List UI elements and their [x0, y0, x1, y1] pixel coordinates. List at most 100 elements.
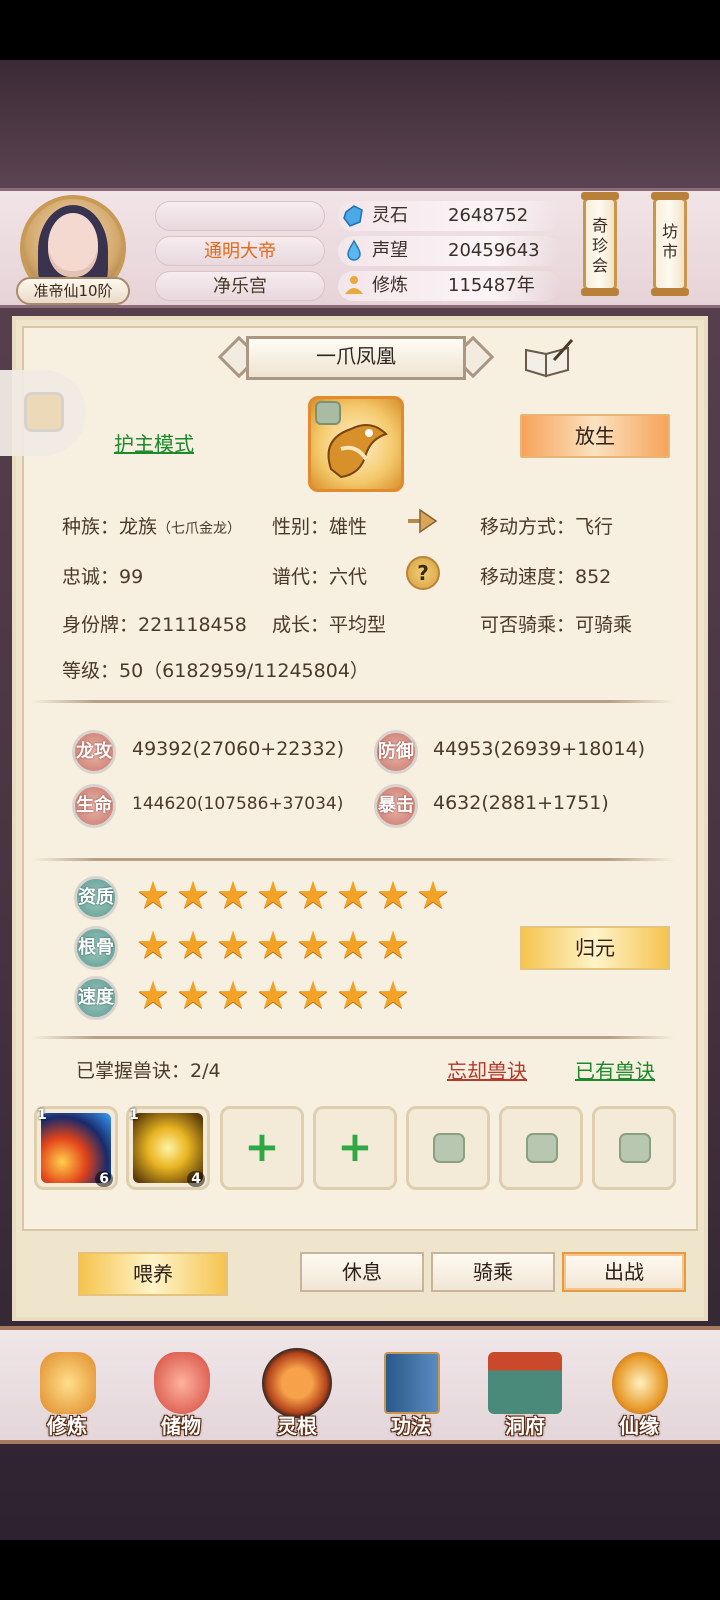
resource-spirit-stone: 灵石 2648752: [338, 201, 560, 231]
bone-badge: 根骨: [74, 926, 118, 970]
star-icon: ★: [336, 873, 371, 917]
star-icon: ★: [416, 873, 451, 917]
pet-portrait[interactable]: [308, 396, 404, 492]
crit-value: 4632(2881+1751): [433, 792, 609, 814]
resource-value: 115487年: [448, 275, 535, 296]
star-icon: ★: [336, 923, 371, 967]
skill-slot-locked-2[interactable]: [499, 1106, 583, 1190]
title-slot-2: 通明大帝: [155, 236, 325, 266]
star-icon: ★: [216, 973, 251, 1017]
release-button[interactable]: 放生: [520, 414, 670, 458]
help-icon[interactable]: ?: [406, 556, 440, 590]
crit-badge: 暴击: [374, 784, 418, 828]
divider: [32, 700, 674, 703]
divider: [32, 1036, 674, 1039]
pet-name: 一爪凤凰: [316, 344, 396, 368]
guard-mode-link[interactable]: 护主模式: [114, 428, 194, 457]
treasure-fair-label: 奇珍会: [591, 216, 608, 275]
nav-technique[interactable]: 功法: [356, 1330, 466, 1440]
star-icon: ★: [216, 873, 251, 917]
growth-info: 成长：平均型: [272, 614, 387, 636]
skill-level: 1: [129, 1107, 139, 1123]
defense-badge: 防御: [374, 730, 418, 774]
hp-badge: 生命: [72, 784, 116, 828]
transform-arrow-icon[interactable]: [406, 506, 440, 536]
cultivate-icon: [40, 1352, 96, 1414]
player-header: 准帝仙10阶 通明大帝 净乐宫 灵石 2648752 声望 20459643 修…: [0, 188, 720, 308]
skill-slot-add-1[interactable]: +: [220, 1106, 304, 1190]
star-icon: ★: [176, 923, 211, 967]
move-mode-info: 移动方式：飞行: [480, 516, 614, 538]
battle-button[interactable]: 出战: [562, 1252, 686, 1292]
nav-storage[interactable]: 储物: [126, 1330, 236, 1440]
loyalty-info: 忠诚：99: [62, 566, 144, 588]
divider: [32, 858, 674, 861]
treasure-fair-button[interactable]: 奇珍会: [581, 192, 619, 296]
skill-slot-locked-1[interactable]: [406, 1106, 490, 1190]
skill-slot-1[interactable]: 1 6: [34, 1106, 118, 1190]
star-icon: ★: [176, 973, 211, 1017]
race-sub: （七爪金龙）: [157, 521, 242, 537]
level-info: 等级：50（6182959/11245804）: [62, 660, 369, 682]
race-text: 种族：龙族: [62, 516, 158, 538]
star-icon: ★: [296, 873, 331, 917]
defense-value: 44953(26939+18014): [433, 738, 646, 760]
id-tag-info: 身份牌：221118458: [62, 614, 247, 636]
star-icon: ★: [256, 973, 291, 1017]
spirit-root-icon: [262, 1348, 332, 1418]
resource-label: 修炼: [372, 275, 408, 296]
rest-button[interactable]: 休息: [300, 1252, 424, 1292]
nav-cultivate[interactable]: 修炼: [12, 1330, 122, 1440]
star-icon: ★: [136, 873, 171, 917]
technique-book-icon: [384, 1352, 440, 1414]
rank-tag: 准帝仙10阶: [16, 277, 130, 305]
generation-info: 谱代：六代: [272, 566, 368, 588]
rename-book-icon[interactable]: [522, 338, 574, 378]
lock-icon: [526, 1133, 558, 1163]
skill-slot-add-2[interactable]: +: [313, 1106, 397, 1190]
bottom-bar: [0, 1540, 720, 1600]
avatar-face: [48, 213, 98, 277]
cave-mansion-icon: [488, 1352, 562, 1414]
market-label: 坊市: [661, 222, 678, 261]
ride-button[interactable]: 骑乘: [431, 1252, 555, 1292]
nav-spirit-root[interactable]: 灵根: [242, 1330, 352, 1440]
star-icon: ★: [336, 973, 371, 1017]
pet-name-banner: 一爪凤凰: [216, 335, 496, 380]
star-icon: ★: [296, 973, 331, 1017]
nav-cave[interactable]: 洞府: [470, 1330, 580, 1440]
speed-badge: 速度: [74, 976, 118, 1020]
owned-skills-link[interactable]: 已有兽诀: [575, 1055, 655, 1084]
star-icon: ★: [216, 923, 251, 967]
skill-level: 1: [37, 1107, 47, 1123]
attack-value: 49392(27060+22332): [132, 738, 345, 760]
resource-value: 20459643: [448, 240, 540, 261]
floating-menu-icon: [24, 392, 64, 432]
star-icon: ★: [256, 873, 291, 917]
star-icon: ★: [296, 923, 331, 967]
skill-slot-2[interactable]: 1 4: [126, 1106, 210, 1190]
plus-icon: +: [244, 1122, 280, 1171]
skill-count: 6: [95, 1171, 113, 1187]
resource-value: 2648752: [448, 205, 529, 226]
nav-immortal-fate[interactable]: 仙缘: [584, 1330, 694, 1440]
nav-label: 功法: [391, 1414, 431, 1438]
aptitude-stars: ★ ★ ★ ★ ★ ★ ★ ★: [136, 873, 452, 918]
nav-label: 洞府: [505, 1414, 545, 1438]
star-icon: ★: [256, 923, 291, 967]
star-icon: ★: [136, 973, 171, 1017]
nav-label: 仙缘: [619, 1414, 659, 1438]
forget-skill-link[interactable]: 忘却兽诀: [447, 1055, 527, 1084]
market-button[interactable]: 坊市: [651, 192, 689, 296]
resource-label: 灵石: [372, 205, 408, 226]
resource-prestige: 声望 20459643: [338, 236, 560, 266]
skill-slot-locked-3[interactable]: [592, 1106, 676, 1190]
gender-info: 性别：雄性: [272, 516, 368, 538]
side-floating-tab[interactable]: [0, 370, 86, 456]
return-origin-button[interactable]: 归元: [520, 926, 670, 970]
golden-dragon-icon: [327, 424, 388, 479]
skill-count: 4: [187, 1171, 205, 1187]
feed-button[interactable]: 喂养: [78, 1252, 228, 1296]
resource-cultivation: 修炼 115487年: [338, 271, 560, 301]
immortal-fate-icon: [612, 1352, 668, 1414]
